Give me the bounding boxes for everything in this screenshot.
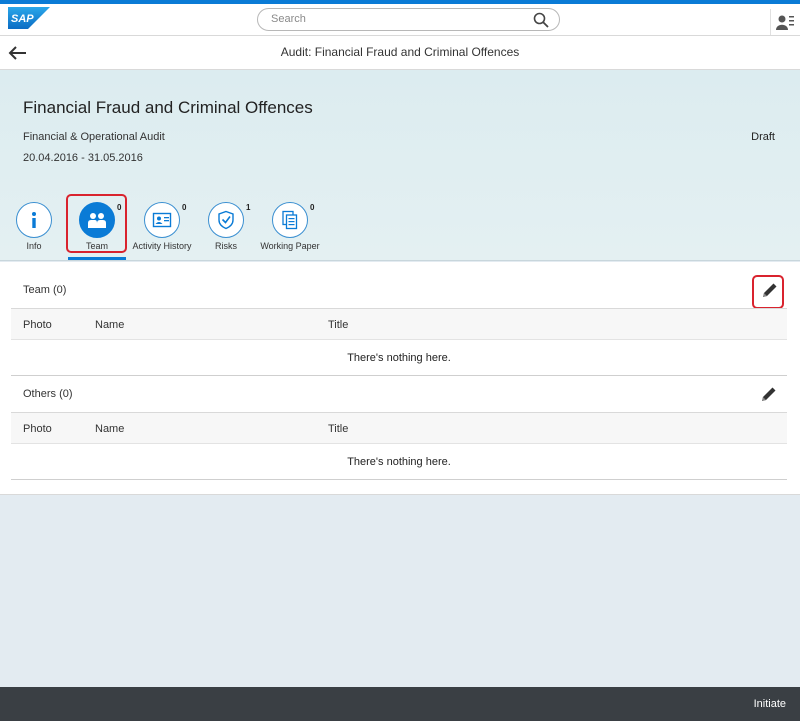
team-section-title: Team (0) [23, 284, 67, 296]
pencil-icon [762, 387, 776, 401]
team-section-header: Team (0) [11, 262, 787, 309]
others-col-title[interactable]: Title [328, 423, 348, 435]
shell-bar: SAP Search [0, 0, 800, 36]
contact-card-icon [152, 212, 172, 228]
object-subtitle: Financial & Operational Audit [23, 131, 165, 143]
others-table-header: Photo Name Title [11, 412, 787, 444]
search-input[interactable]: Search [257, 8, 560, 31]
team-empty-text: There's nothing here. [347, 352, 451, 364]
team-content: Team (0) Photo Name Title There's nothin… [0, 262, 800, 495]
selected-tab-indicator [68, 257, 126, 260]
user-icon [776, 15, 794, 30]
initiate-button[interactable]: Initiate [754, 698, 786, 710]
search-placeholder: Search [271, 13, 306, 25]
tab-activity-history-count: 0 [182, 203, 187, 212]
tab-info-circle[interactable] [16, 202, 52, 238]
tab-working-paper-count: 0 [310, 203, 315, 212]
user-menu-button[interactable] [770, 9, 800, 35]
team-col-title[interactable]: Title [328, 319, 348, 331]
tab-working-paper-label: Working Paper [260, 241, 320, 251]
documents-icon [282, 210, 298, 230]
others-col-photo[interactable]: Photo [23, 423, 52, 435]
others-section-title: Others (0) [23, 388, 73, 400]
object-date-range: 20.04.2016 - 31.05.2016 [23, 152, 143, 164]
team-table-header: Photo Name Title [11, 308, 787, 340]
page-title: Audit: Financial Fraud and Criminal Offe… [280, 45, 520, 59]
object-title: Financial Fraud and Criminal Offences [23, 98, 313, 117]
team-col-name[interactable]: Name [95, 319, 124, 331]
object-header: Financial Fraud and Criminal Offences Fi… [0, 70, 800, 261]
page-header-bar: Audit: Financial Fraud and Criminal Offe… [0, 36, 800, 70]
info-icon [32, 212, 36, 228]
status-badge: Draft [751, 131, 775, 143]
tab-activity-history-circle[interactable] [144, 202, 180, 238]
tab-risks-circle[interactable] [208, 202, 244, 238]
team-col-photo[interactable]: Photo [23, 319, 52, 331]
team-empty-row: There's nothing here. [11, 340, 787, 376]
edit-team-highlight [752, 275, 784, 309]
sap-logo-text: SAP [11, 13, 34, 25]
risk-icon [218, 210, 234, 230]
others-empty-row: There's nothing here. [11, 444, 787, 480]
sap-logo[interactable]: SAP [8, 7, 50, 29]
search-icon[interactable] [533, 12, 549, 28]
footer-toolbar: Initiate [0, 687, 800, 721]
others-col-name[interactable]: Name [95, 423, 124, 435]
edit-others-button[interactable] [757, 382, 781, 406]
others-empty-text: There's nothing here. [347, 456, 451, 468]
team-tab-highlight [66, 194, 127, 253]
tab-risks-count: 1 [246, 203, 251, 212]
tab-working-paper-circle[interactable] [272, 202, 308, 238]
